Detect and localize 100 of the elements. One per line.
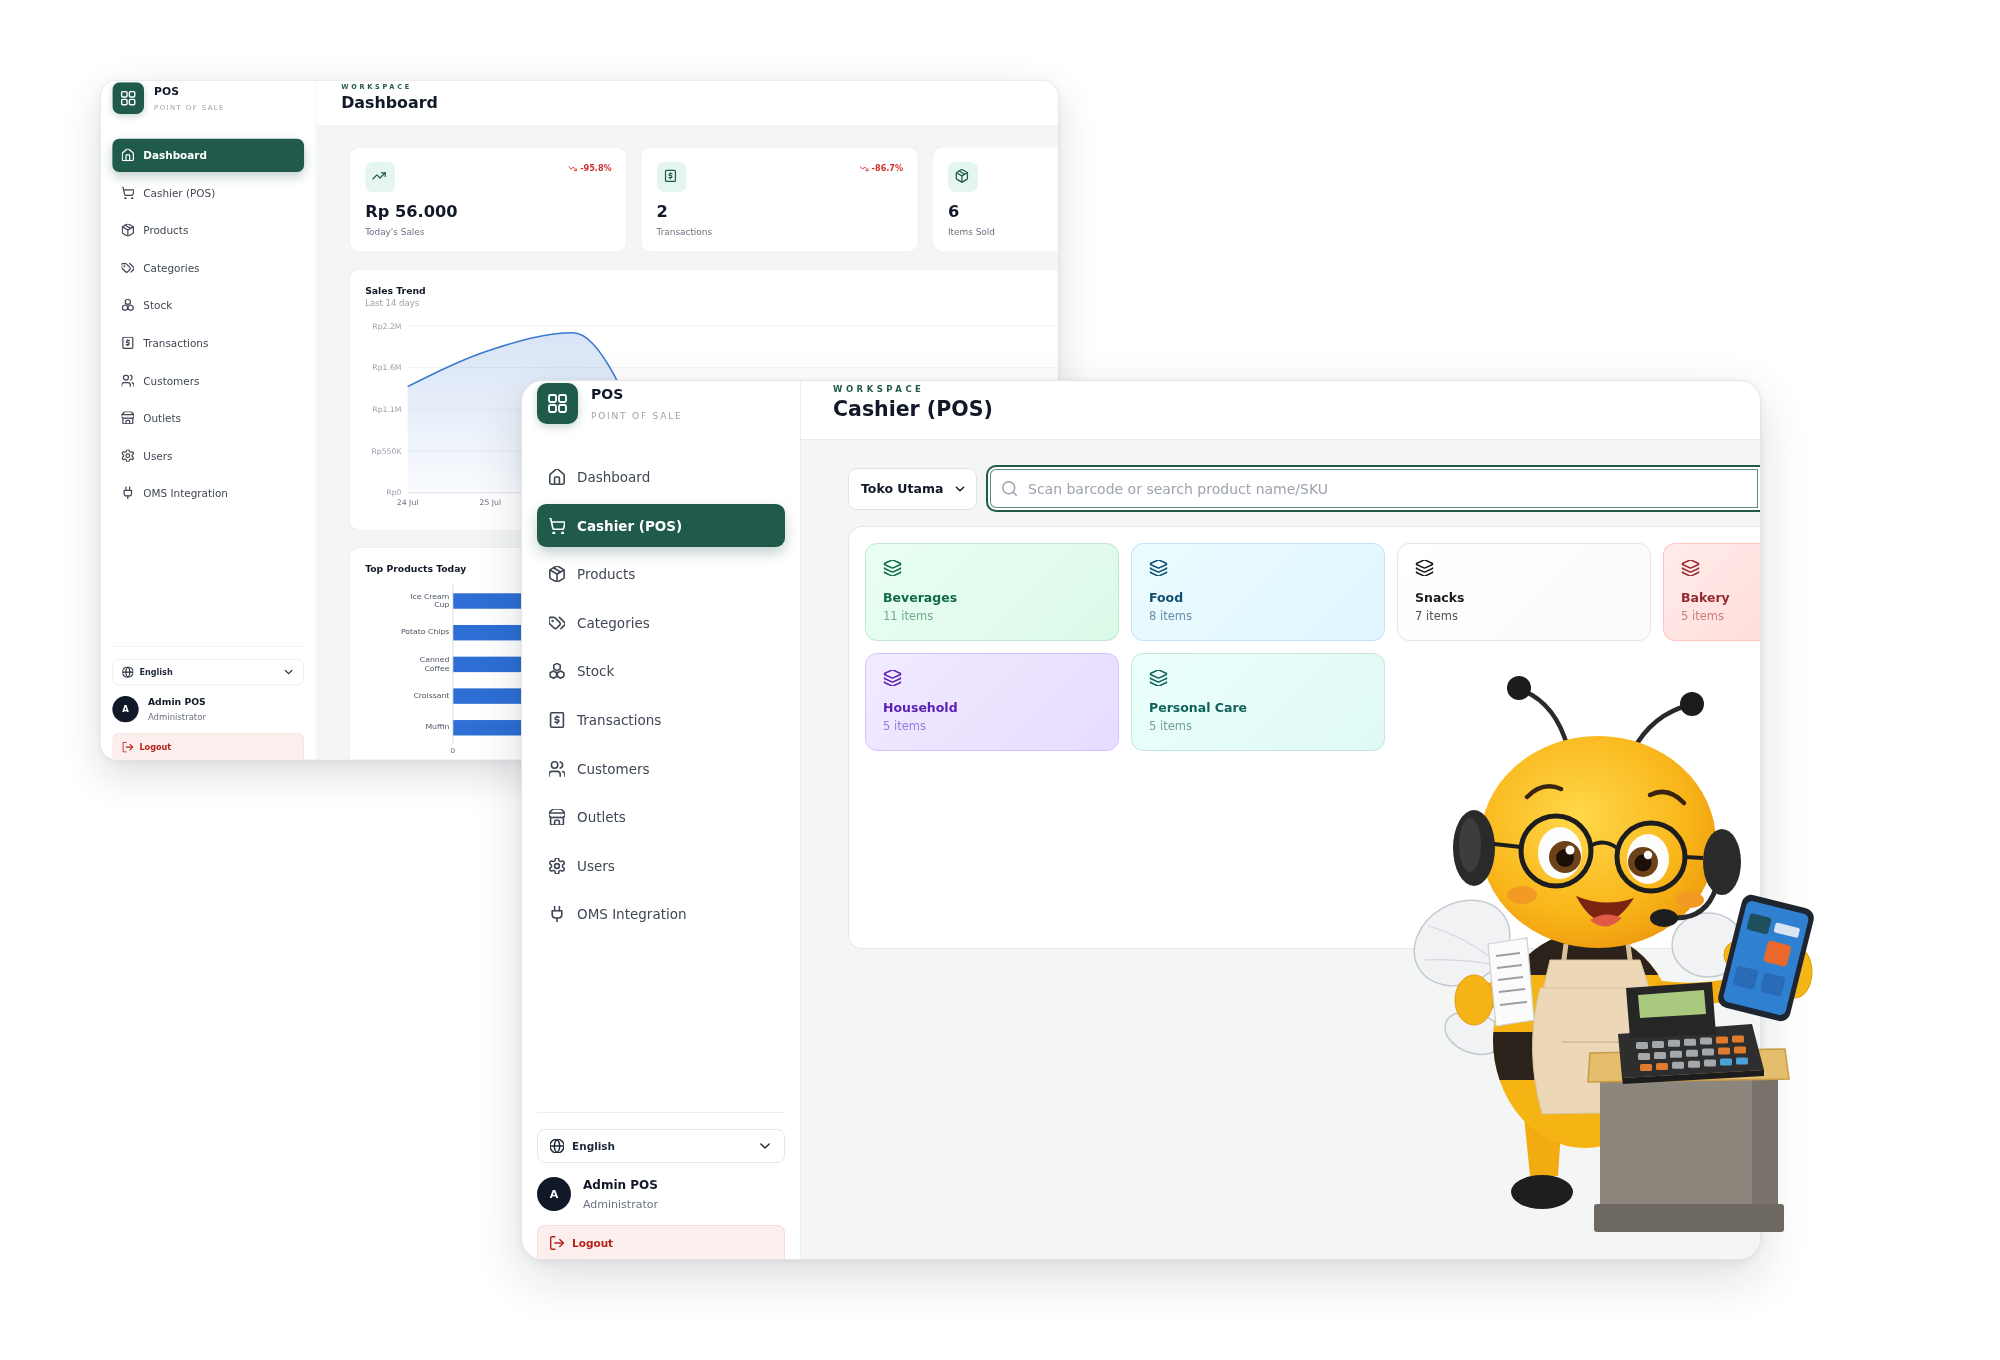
nav-item[interactable]: Outlets xyxy=(537,795,785,839)
users-icon xyxy=(549,760,565,777)
user-role: Administrator xyxy=(147,711,206,723)
outlet-select[interactable]: Toko Utama xyxy=(848,467,977,510)
cart-icon xyxy=(549,517,565,534)
change-value: -95.8% xyxy=(580,163,612,174)
box-icon xyxy=(549,566,565,583)
app-name: POS xyxy=(591,385,625,403)
nav-item[interactable]: Users xyxy=(537,844,785,888)
y-axis-label: Rp2.2M xyxy=(372,321,402,331)
settings-icon xyxy=(549,857,565,874)
box-icon xyxy=(121,223,134,237)
category-count: 7 items xyxy=(1415,609,1458,624)
y-axis-label: Rp550K xyxy=(371,446,402,456)
nav-item[interactable]: Transactions xyxy=(537,698,785,742)
dollar-document-icon xyxy=(549,711,565,728)
change-value: -86.7% xyxy=(871,163,904,174)
dollar-document-icon xyxy=(656,161,687,193)
page-title: Dashboard xyxy=(341,92,438,114)
nav-item[interactable]: Categories xyxy=(112,251,305,285)
nav-item[interactable]: Dashboard xyxy=(112,138,305,172)
nav-item[interactable]: Cashier (POS) xyxy=(537,504,785,548)
globe-icon xyxy=(550,1139,564,1153)
logout-button[interactable]: Logout xyxy=(537,1225,785,1259)
category-card[interactable]: Personal Care 5 items xyxy=(1131,653,1385,751)
category-count: 11 items xyxy=(883,609,934,624)
user-avatar: A xyxy=(537,1177,571,1211)
category-card[interactable]: Bakery 5 items xyxy=(1663,543,1760,641)
chart-title: Top Products Today xyxy=(365,563,467,576)
nav-item[interactable]: Customers xyxy=(537,747,785,791)
category-name: Beverages xyxy=(883,590,958,606)
logout-icon xyxy=(122,741,134,753)
nav-item[interactable]: Stock xyxy=(112,288,305,322)
x-axis-label: 25 Jul xyxy=(479,498,502,508)
trend-up-icon xyxy=(365,161,396,193)
nav-item[interactable]: Outlets xyxy=(112,401,305,435)
nav-item[interactable]: Products xyxy=(112,213,305,247)
y-axis-label: Rp1.1M xyxy=(372,405,402,414)
tags-icon xyxy=(549,614,565,631)
category-name: Food xyxy=(1149,590,1184,606)
logout-button[interactable]: Logout xyxy=(112,733,305,760)
category-card[interactable]: Household 5 items xyxy=(865,653,1119,751)
nav-item[interactable]: Cashier (POS) xyxy=(112,175,305,210)
app-name: POS xyxy=(154,83,181,98)
user-avatar: A xyxy=(112,696,139,723)
category-name: Personal Care xyxy=(1149,700,1248,716)
nav-item[interactable]: OMS Integration xyxy=(112,476,305,510)
home-icon xyxy=(549,469,565,485)
user-role: Administrator xyxy=(583,1196,658,1212)
eyebrow-label: WORKSPACE xyxy=(833,384,925,394)
home-icon xyxy=(121,148,134,162)
nav-item[interactable]: Transactions xyxy=(112,326,305,360)
category-card[interactable]: Snacks 7 items xyxy=(1397,543,1651,641)
nav-item[interactable]: Customers xyxy=(112,363,305,397)
page-title: Cashier (POS) xyxy=(833,396,993,423)
nav-item[interactable]: Dashboard xyxy=(537,455,785,499)
category-card[interactable]: Beverages 11 items xyxy=(865,543,1119,641)
dollar-document-icon xyxy=(121,336,134,349)
category-count: 8 items xyxy=(1149,609,1192,624)
stat-value: 6 xyxy=(948,201,960,222)
store-icon xyxy=(549,809,565,826)
settings-icon xyxy=(121,449,134,462)
boxes-icon xyxy=(121,299,134,312)
chart-subtitle: Last 14 days xyxy=(365,298,420,310)
category-name: Bakery xyxy=(1681,590,1730,606)
search-field[interactable]: Scan barcode or search product name/SKU xyxy=(986,465,1760,512)
stat-label: Items Sold xyxy=(948,226,995,239)
stat-label: Today's Sales xyxy=(365,226,425,239)
category-count: 5 items xyxy=(1681,609,1724,624)
tags-icon xyxy=(121,261,134,274)
globe-icon xyxy=(122,666,134,678)
stat-label: Transactions xyxy=(656,226,713,239)
box-icon xyxy=(948,161,979,193)
stat-value: Rp 56.000 xyxy=(365,201,458,222)
cart-icon xyxy=(121,186,134,199)
plug-icon xyxy=(121,486,134,500)
app-tagline: POINT OF SALE xyxy=(591,410,683,423)
plug-icon xyxy=(549,906,565,923)
user-name: Admin POS xyxy=(583,1176,658,1193)
search-icon xyxy=(1002,481,1017,496)
chart-title: Sales Trend xyxy=(365,284,426,298)
category-card[interactable]: Food 8 items xyxy=(1131,543,1385,641)
y-axis-label: Rp0 xyxy=(386,488,402,498)
nav-item[interactable]: Users xyxy=(112,438,305,473)
nav-item[interactable]: OMS Integration xyxy=(537,892,785,936)
category-name: Household xyxy=(883,700,958,716)
nav-item[interactable]: Products xyxy=(537,552,785,596)
category-count: 5 items xyxy=(883,719,926,734)
category-count: 5 items xyxy=(1149,719,1192,734)
store-icon xyxy=(121,411,134,425)
logout-icon xyxy=(550,1235,564,1250)
nav-item[interactable]: Stock xyxy=(537,649,785,693)
y-axis-label: Rp1.6M xyxy=(372,363,402,373)
users-icon xyxy=(121,374,134,387)
nav-item[interactable]: Categories xyxy=(537,601,785,645)
stat-value: 2 xyxy=(656,201,668,222)
category-name: Snacks xyxy=(1415,590,1465,606)
language-select[interactable]: English xyxy=(537,1129,785,1163)
boxes-icon xyxy=(549,663,565,680)
user-name: Admin POS xyxy=(147,695,206,709)
